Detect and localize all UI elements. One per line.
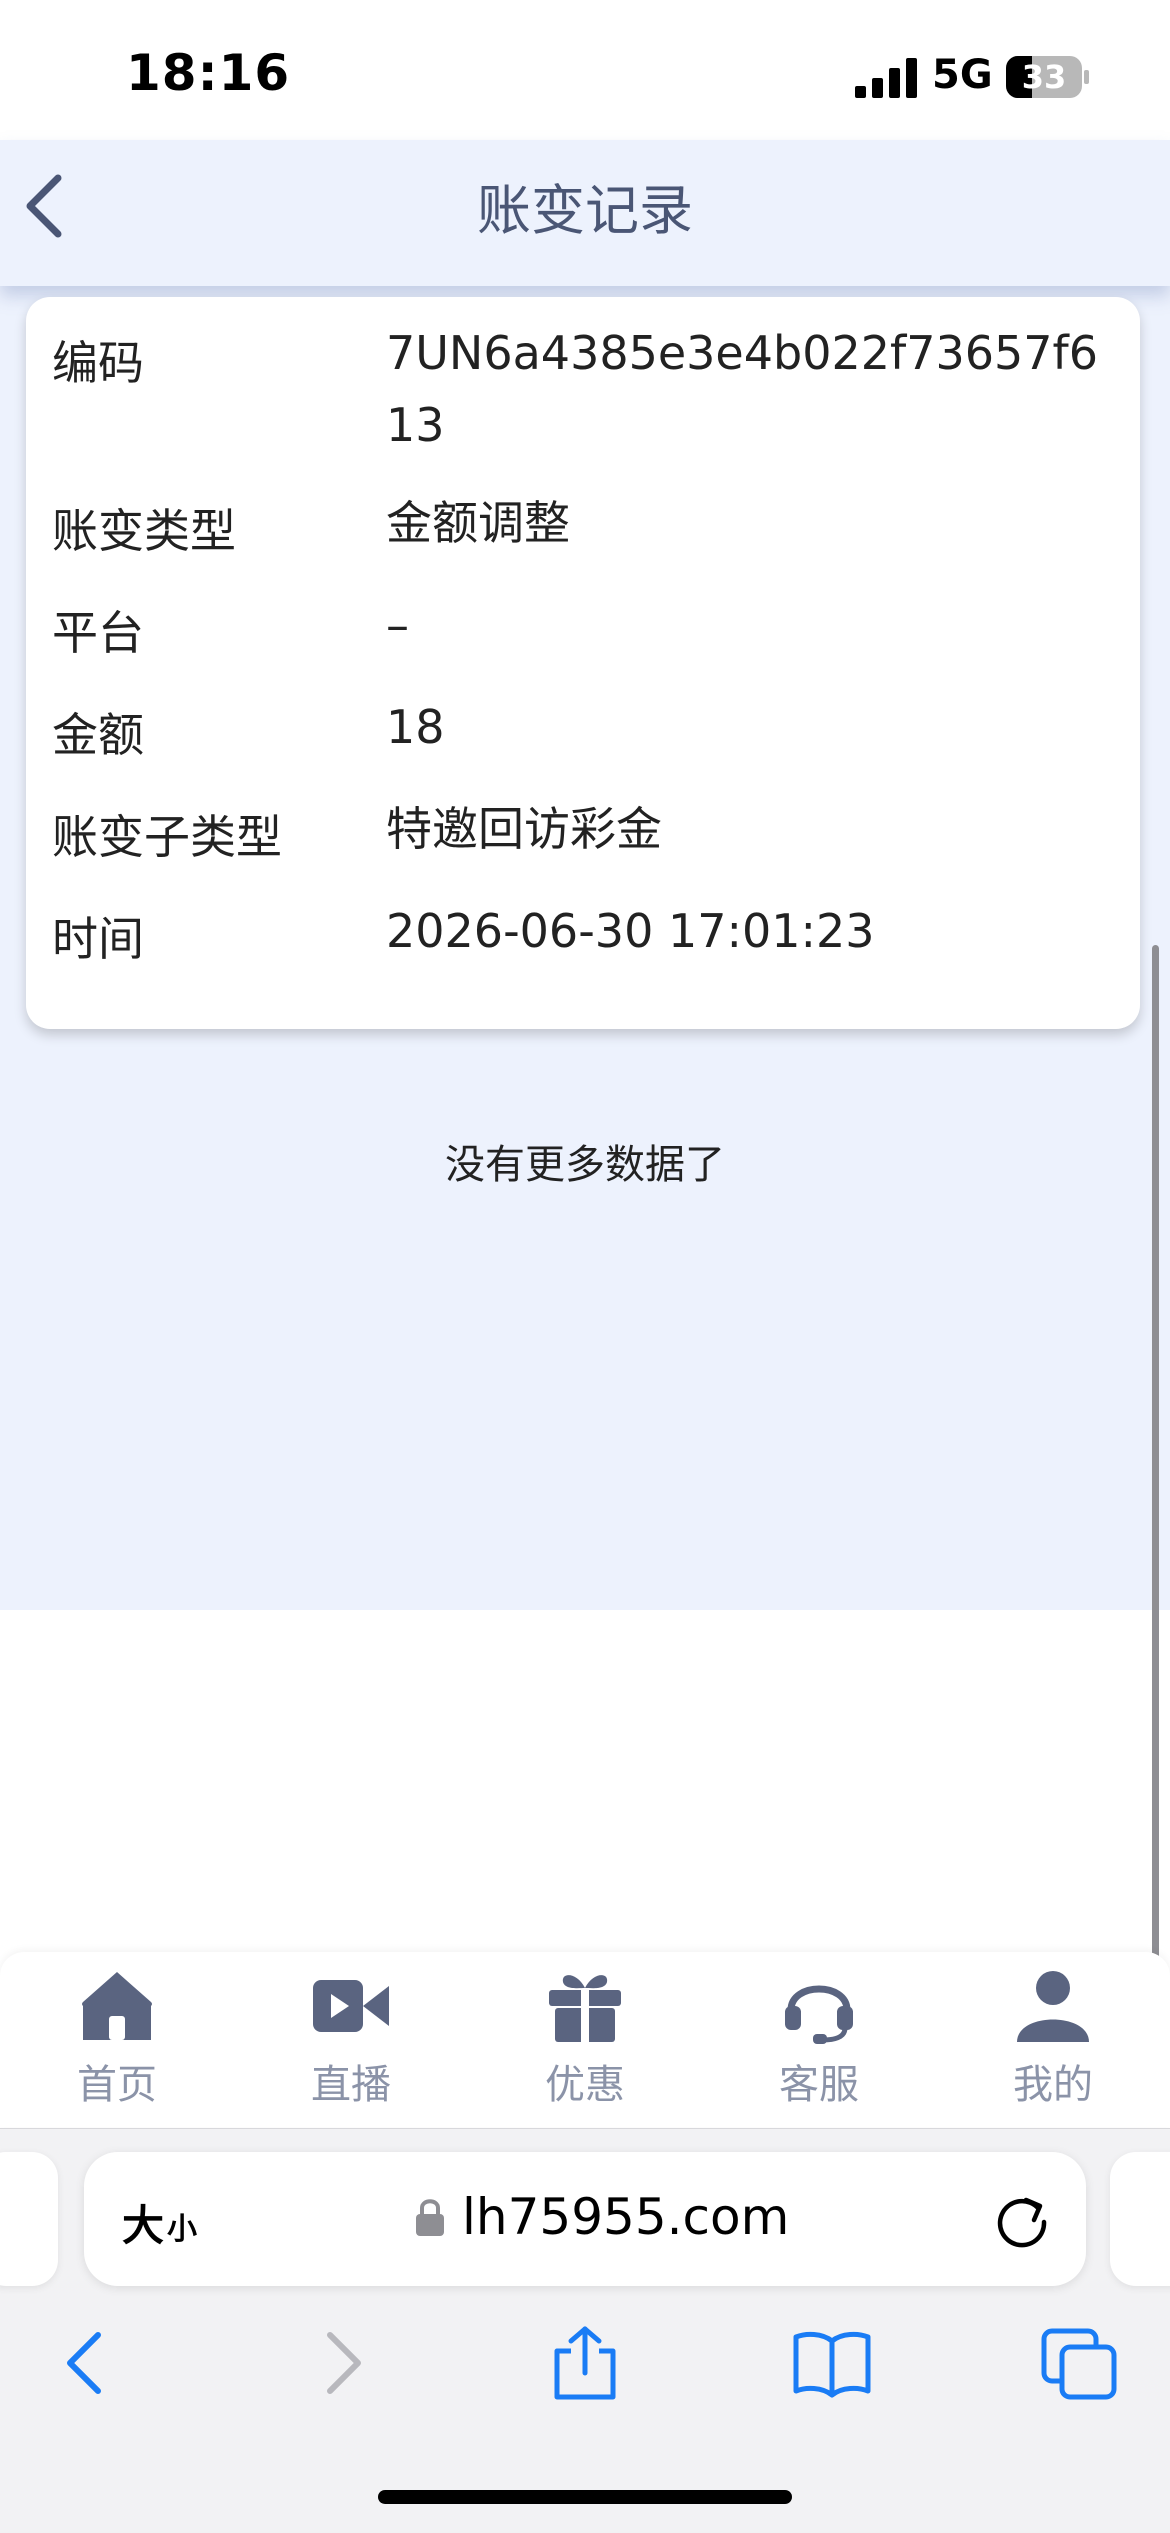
video-icon (313, 1980, 389, 2032)
field-value-platform: – (386, 598, 409, 652)
user-icon (1017, 1971, 1089, 2042)
tab-promotions[interactable]: 优惠 (468, 1952, 702, 2127)
browser-back-icon[interactable] (48, 2325, 128, 2401)
headset-icon (785, 1985, 853, 2044)
home-icon (82, 1972, 152, 2040)
field-value-time: 2026-06-30 17:01:23 (386, 904, 875, 958)
field-value-change-subtype: 特邀回访彩金 (386, 802, 662, 856)
share-icon[interactable] (545, 2325, 625, 2401)
lock-icon (416, 2199, 444, 2236)
url-text[interactable]: lh75955.com (462, 2188, 789, 2246)
previous-tab-preview[interactable] (0, 2152, 58, 2286)
bottom-tab-bar: 首页 直播 优惠 客服 我的 (0, 1952, 1170, 2127)
reload-icon[interactable] (992, 2190, 1052, 2250)
tab-profile-label: 我的 (1013, 2062, 1093, 2108)
bookmarks-icon[interactable] (792, 2325, 872, 2401)
address-bar[interactable]: 大 小 lh75955.com (84, 2152, 1086, 2286)
network-type-label: 5G (932, 52, 993, 98)
tab-live-label: 直播 (311, 2062, 391, 2108)
battery-level: 33 (1021, 58, 1067, 96)
cellular-signal-icon (855, 58, 917, 98)
battery-icon: 33 (1006, 56, 1090, 98)
field-label-change-subtype: 账变子类型 (52, 810, 282, 864)
field-label-platform: 平台 (52, 606, 144, 660)
field-value-change-type: 金额调整 (386, 496, 570, 550)
list-end-message: 没有更多数据了 (445, 1142, 725, 1188)
next-tab-preview[interactable] (1110, 2152, 1170, 2286)
gift-icon (549, 1975, 621, 2042)
tab-home-label: 首页 (77, 2062, 157, 2108)
text-size-button-small[interactable]: 小 (167, 2204, 197, 2248)
field-label-amount: 金额 (52, 708, 144, 762)
tab-promotions-label: 优惠 (545, 2062, 625, 2108)
field-label-code: 编码 (52, 336, 144, 390)
field-label-change-type: 账变类型 (52, 504, 236, 558)
tab-customer-service-label: 客服 (779, 2062, 859, 2108)
tab-live[interactable]: 直播 (234, 1952, 468, 2127)
tabs-icon[interactable] (1040, 2325, 1120, 2401)
text-size-button-large[interactable]: 大 (122, 2192, 164, 2253)
record-card: 编码 7UN6a4385e3e4b022f73657f613 账变类型 金额调整… (26, 297, 1140, 1029)
scroll-indicator (1152, 945, 1159, 2115)
page-title: 账变记录 (477, 179, 693, 242)
field-label-time: 时间 (52, 912, 144, 966)
tab-customer-service[interactable]: 客服 (702, 1952, 936, 2127)
status-time: 18:16 (126, 44, 291, 102)
home-indicator (378, 2490, 792, 2504)
tab-profile[interactable]: 我的 (936, 1952, 1170, 2127)
field-value-code: 7UN6a4385e3e4b022f73657f613 (386, 326, 1098, 452)
field-value-amount: 18 (386, 700, 445, 754)
browser-forward-icon[interactable] (300, 2325, 380, 2401)
tab-home[interactable]: 首页 (0, 1952, 234, 2127)
